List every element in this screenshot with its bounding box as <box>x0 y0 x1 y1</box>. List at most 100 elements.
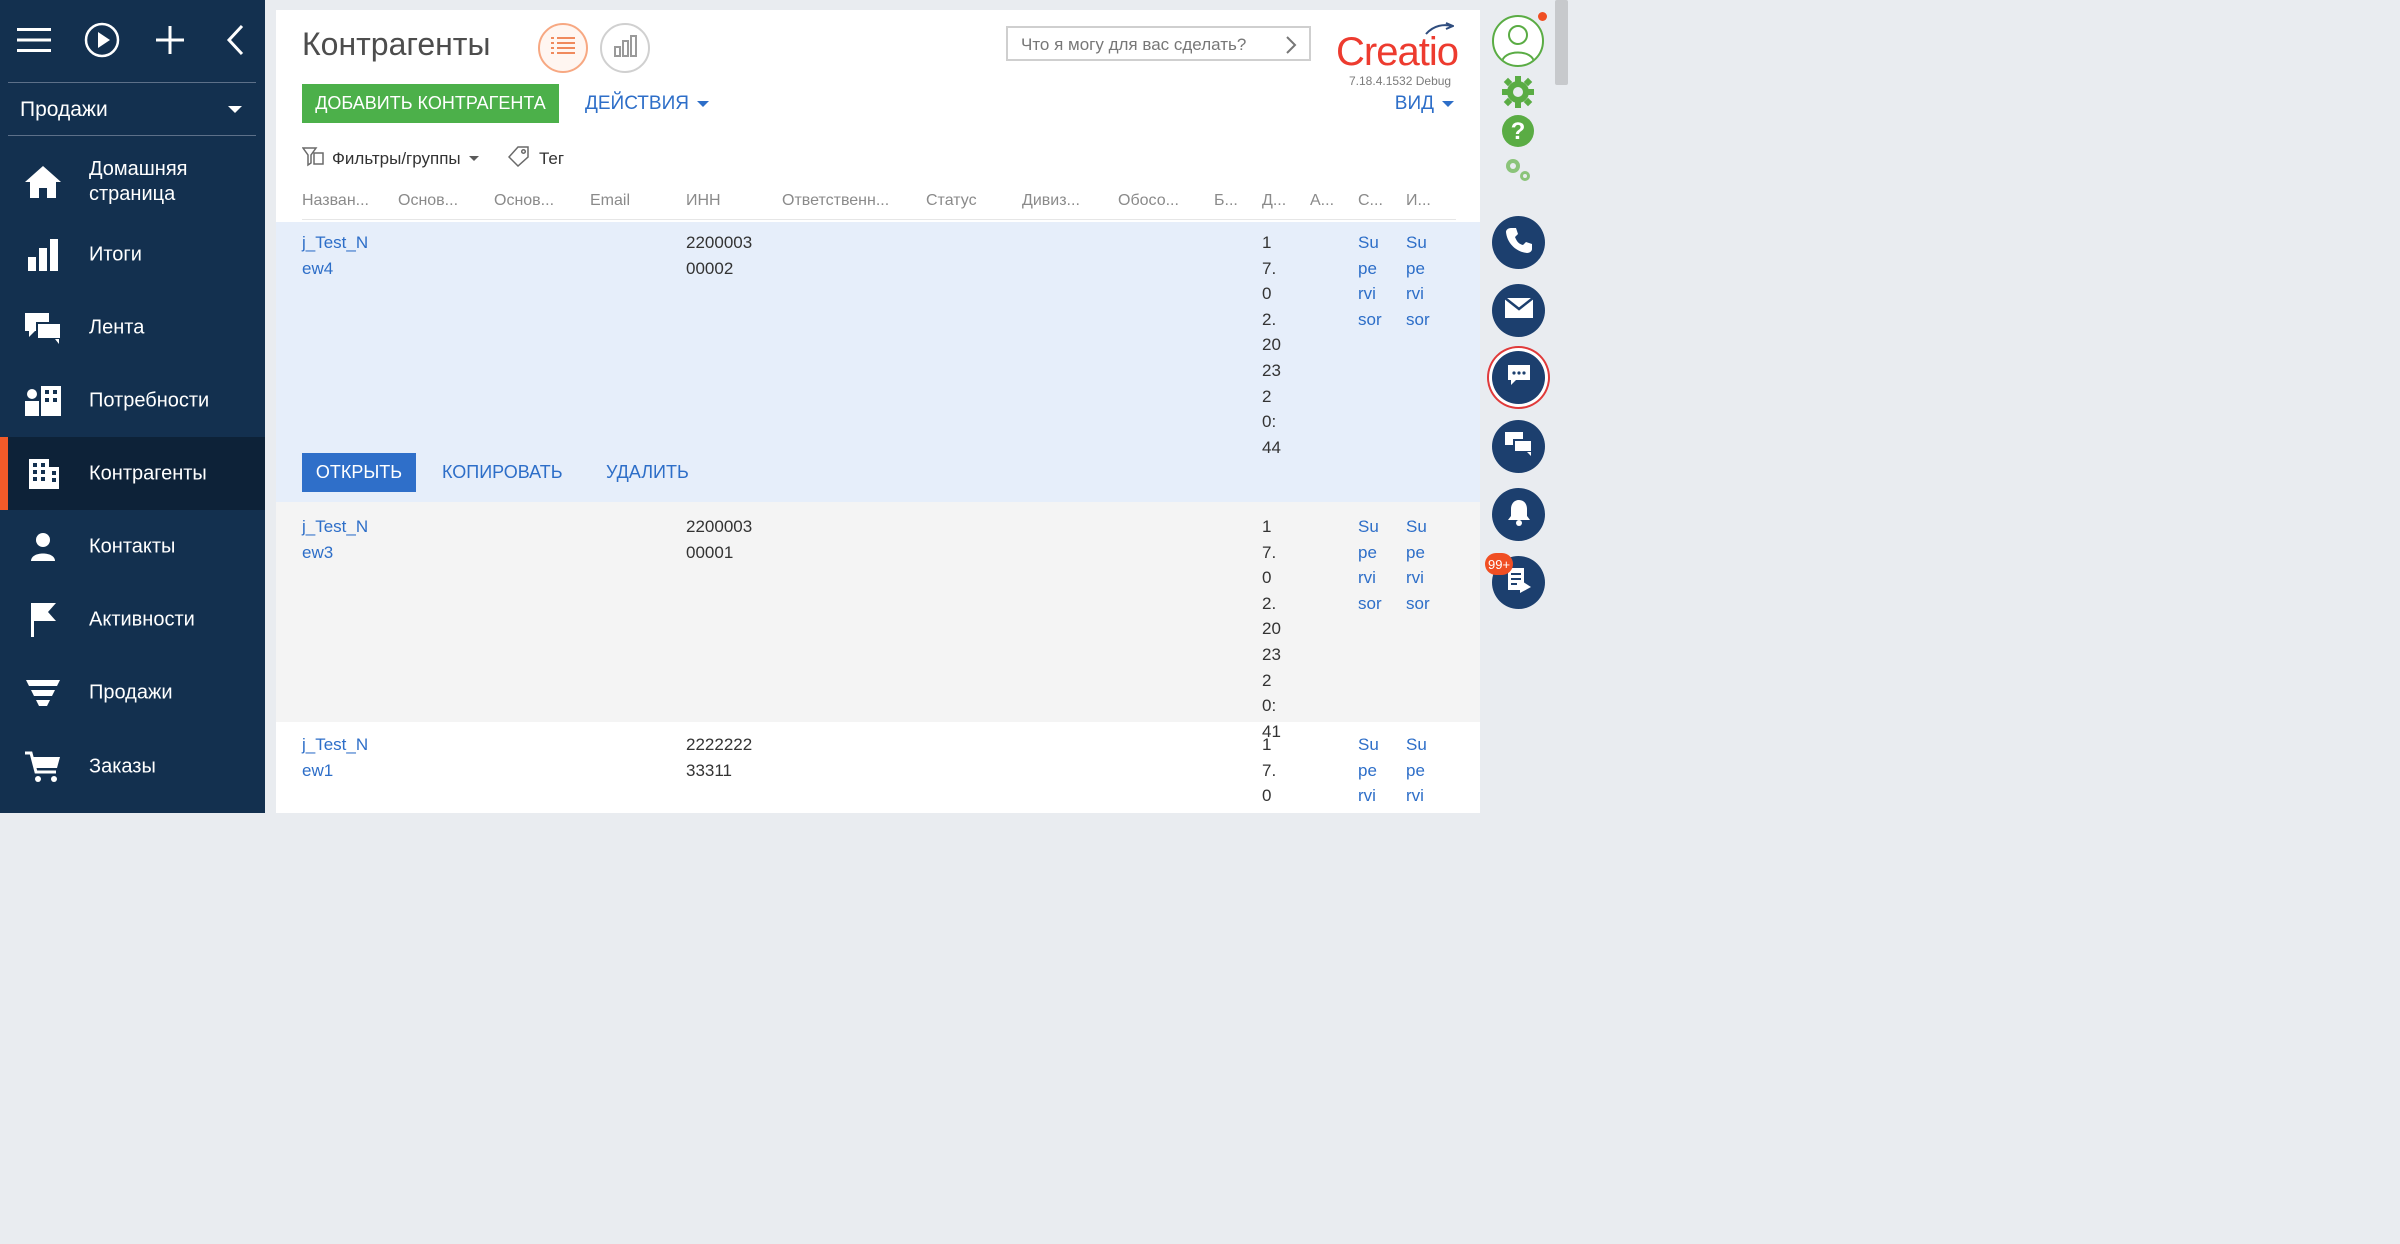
created-by-link[interactable]: Supervisor <box>1358 514 1382 616</box>
delete-button[interactable]: УДАЛИТЬ <box>606 462 689 483</box>
column-header-date[interactable]: Д... <box>1262 192 1296 210</box>
command-search-input[interactable]: Что я могу для вас сделать? <box>1006 26 1311 61</box>
sidebar-item-feed[interactable]: Лента <box>0 291 265 364</box>
add-account-button[interactable]: ДОБАВИТЬ КОНТРАГЕНТА <box>302 84 559 123</box>
actions-dropdown[interactable]: ДЕЙСТВИЯ <box>585 93 709 115</box>
menu-icon[interactable] <box>14 20 54 60</box>
phone-button[interactable] <box>1492 216 1545 269</box>
notifications-button[interactable] <box>1492 488 1545 541</box>
chat-button[interactable] <box>1492 351 1545 404</box>
sidebar-item-label: Продажи <box>89 681 173 703</box>
column-header-inn[interactable]: ИНН <box>686 192 766 210</box>
notification-dot <box>1538 12 1547 21</box>
column-header-modified-by[interactable]: И... <box>1406 192 1440 210</box>
sidebar-item-accounts[interactable]: Контрагенты <box>0 437 265 510</box>
bell-icon <box>1506 498 1532 531</box>
filter-icon <box>301 145 324 172</box>
add-icon[interactable] <box>150 20 190 60</box>
column-header-b[interactable]: Б... <box>1214 192 1248 210</box>
person-icon <box>22 526 64 568</box>
list-icon <box>551 36 575 61</box>
avatar[interactable] <box>1492 15 1544 67</box>
sidebar-item-label: Итоги <box>89 243 142 265</box>
account-name-link[interactable]: j_Test_New4 <box>302 230 372 281</box>
account-name-link[interactable]: j_Test_New3 <box>302 514 372 565</box>
flag-icon <box>22 599 64 641</box>
account-name-link[interactable]: j_Test_New1 <box>302 732 372 783</box>
sidebar-item-label: Контакты <box>89 535 176 557</box>
sidebar: Продажи Домашняя страница Итоги Лента По… <box>0 0 265 813</box>
sidebar-item-label: Контрагенты <box>89 462 207 484</box>
feed-chat-icon <box>1504 431 1534 462</box>
column-header-primary[interactable]: Основ... <box>398 192 478 210</box>
view-label: ВИД <box>1394 93 1434 114</box>
version-label: 7.18.4.1532 Debug <box>1349 74 1452 88</box>
sidebar-item-label: Домашняя страница <box>89 157 188 205</box>
email-button[interactable] <box>1492 284 1545 337</box>
column-header-owner[interactable]: Ответственн... <box>782 192 907 210</box>
tag-icon <box>507 145 530 172</box>
analytics-view-button[interactable] <box>600 23 650 73</box>
feed-button[interactable] <box>1492 420 1545 473</box>
copy-button[interactable]: КОПИРОВАТЬ <box>442 462 563 483</box>
gear-icon[interactable] <box>1500 74 1536 110</box>
opportunities-icon <box>22 380 64 422</box>
sidebar-item-sales[interactable]: Продажи <box>0 656 265 729</box>
chevron-right-icon[interactable] <box>1285 35 1297 60</box>
column-header-a[interactable]: А... <box>1310 192 1344 210</box>
sidebar-item-contacts[interactable]: Контакты <box>0 510 265 583</box>
feed-chat-icon <box>22 307 64 349</box>
table-row[interactable]: j_Test_New4 220000300002 17.02.2023 20:4… <box>276 222 1480 502</box>
table-row[interactable]: j_Test_New1 222222233311 17.02. Supervi … <box>276 722 1480 813</box>
search-placeholder: Что я могу для вас сделать? <box>1021 35 1247 54</box>
chat-bubble-icon <box>1506 363 1532 392</box>
created-by-link[interactable]: Supervisor <box>1358 230 1382 332</box>
column-header-created-by[interactable]: С... <box>1358 192 1392 210</box>
inn-cell: 222222233311 <box>686 735 753 780</box>
sidebar-item-label: Заказы <box>89 755 156 777</box>
view-dropdown[interactable]: ВИД <box>1395 93 1454 115</box>
scrollbar-thumb[interactable] <box>1555 0 1568 85</box>
svg-text:?: ? <box>1511 118 1526 145</box>
date-cell: 17.02.2023 20:44 <box>1262 233 1281 457</box>
created-by-link[interactable]: Supervi <box>1358 732 1382 809</box>
actions-label: ДЕЙСТВИЯ <box>585 93 689 114</box>
column-header-email[interactable]: Email <box>590 192 670 210</box>
home-icon <box>22 161 64 203</box>
funnel-icon <box>22 672 64 714</box>
modified-by-link[interactable]: Supervi <box>1406 732 1430 809</box>
list-view-button[interactable] <box>538 23 588 73</box>
filters-label: Фильтры/группы <box>332 148 461 168</box>
sidebar-item-home[interactable]: Домашняя страница <box>0 145 265 218</box>
sidebar-item-opportunities[interactable]: Потребности <box>0 364 265 437</box>
sidebar-item-orders[interactable]: Заказы <box>0 730 265 803</box>
workspace-selector[interactable]: Продажи <box>8 84 256 134</box>
table-header: Назван... Основ... Основ... Email ИНН От… <box>302 188 1456 220</box>
tag-button[interactable]: Тег <box>507 145 564 172</box>
table-row[interactable]: j_Test_New3 220000300001 17.02.2023 20:4… <box>276 502 1480 741</box>
play-process-icon[interactable] <box>82 20 122 60</box>
column-header-name[interactable]: Назван... <box>302 192 382 210</box>
divider <box>8 135 256 136</box>
system-settings-icon[interactable] <box>1502 154 1534 186</box>
sidebar-item-label: Активности <box>89 608 195 630</box>
sidebar-item-dashboards[interactable]: Итоги <box>0 218 265 291</box>
chevron-down-icon <box>468 156 479 161</box>
modified-by-link[interactable]: Supervisor <box>1406 230 1430 332</box>
envelope-icon <box>1503 297 1534 324</box>
collapse-icon[interactable] <box>216 20 256 60</box>
modified-by-link[interactable]: Supervisor <box>1406 514 1430 616</box>
column-header-primary-2[interactable]: Основ... <box>494 192 574 210</box>
creatio-logo: Creatio 7.18.4.1532 Debug <box>1336 20 1466 90</box>
column-header-status[interactable]: Статус <box>926 192 1006 210</box>
filters-groups-button[interactable]: Фильтры/группы <box>301 145 479 172</box>
chevron-down-icon <box>696 101 709 107</box>
column-header-division[interactable]: Дивиз... <box>1022 192 1102 210</box>
column-header-separate[interactable]: Обосо... <box>1118 192 1198 210</box>
sidebar-item-activities[interactable]: Активности <box>0 583 265 656</box>
open-button[interactable]: ОТКРЫТЬ <box>302 453 416 492</box>
sidebar-item-label: Лента <box>89 316 145 338</box>
help-icon[interactable]: ? <box>1500 113 1536 149</box>
bar-chart-icon <box>613 34 637 62</box>
date-cell: 17.02. <box>1262 735 1277 813</box>
